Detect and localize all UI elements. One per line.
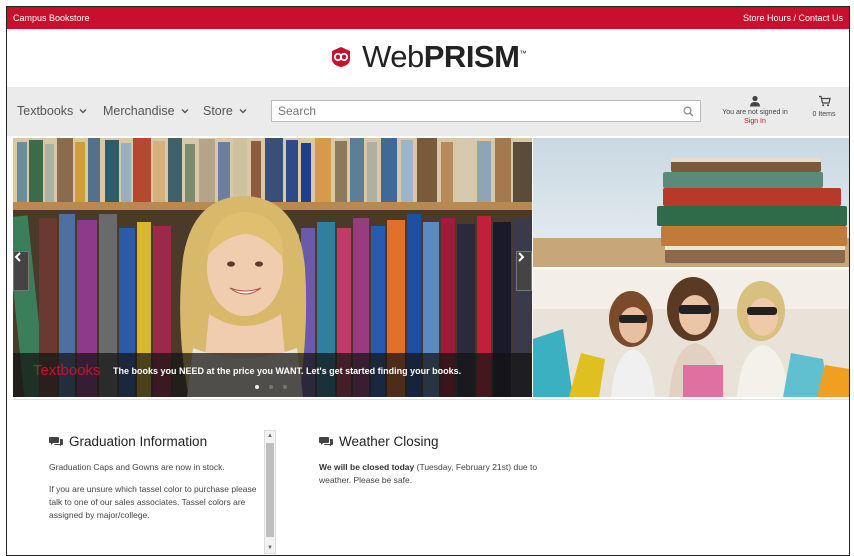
trademark-symbol: ™ [519, 50, 526, 58]
logo-prism-text: PRISM [423, 39, 520, 74]
logo-web-text: Web [362, 39, 424, 74]
cart-count: 0 Items [812, 111, 836, 118]
sign-in-status: You are not signed in [722, 109, 788, 116]
search-input[interactable] [272, 101, 672, 121]
promo-books-image[interactable] [533, 138, 849, 267]
chevron-down-icon [79, 109, 87, 114]
nav-store[interactable]: Store [203, 104, 247, 118]
weather-closing-paragraph: We will be closed today (Tuesday, Februa… [319, 461, 559, 487]
nav-textbooks[interactable]: Textbooks [17, 104, 87, 118]
carousel-dot[interactable] [269, 385, 273, 389]
chevron-right-icon [518, 252, 525, 262]
search-icon[interactable] [683, 106, 694, 117]
campus-bookstore-link[interactable]: Campus Bookstore [13, 13, 90, 23]
site-logo[interactable]: WebPRISM™ [7, 37, 849, 77]
main-navbar: Textbooks Merchandise Store You are not … [7, 87, 849, 136]
chevron-down-icon [181, 109, 189, 114]
stacked-books-image [533, 138, 849, 267]
graduation-info-paragraph-1: Graduation Caps and Gowns are now in sto… [49, 462, 225, 472]
carousel-prev-button[interactable] [13, 251, 29, 291]
carousel-dot[interactable] [283, 385, 287, 389]
caption-text: The books you NEED at the price you WANT… [113, 366, 462, 376]
shoppers-image [533, 269, 849, 397]
weather-closing-bold: We will be closed today [319, 462, 415, 472]
store-hours-contact-link[interactable]: Store Hours / Contact Us [743, 13, 843, 23]
graduation-info-card: Graduation Information Graduation Caps a… [49, 434, 267, 531]
scroll-down-arrow[interactable]: ▼ [265, 543, 275, 553]
cart-icon [818, 95, 831, 107]
account-widget[interactable]: You are not signed in Sign In [712, 95, 798, 125]
sign-in-link[interactable]: Sign In [712, 118, 798, 125]
graduation-info-title: Graduation Information [69, 434, 208, 449]
weather-closing-card: Weather Closing We will be closed today … [319, 434, 559, 496]
announcements-panel: Graduation Information Graduation Caps a… [13, 399, 849, 555]
top-bar: Campus Bookstore Store Hours / Contact U… [7, 7, 849, 29]
graduation-info-heading: Graduation Information [49, 434, 267, 449]
prism-logo-icon [332, 47, 351, 67]
carousel-indicators [255, 385, 287, 389]
weather-closing-title: Weather Closing [339, 434, 439, 449]
caption-title[interactable]: Textbooks [33, 362, 101, 379]
nav-store-label: Store [203, 104, 233, 118]
comments-icon [319, 437, 333, 447]
user-icon [750, 95, 760, 107]
scroll-thumb[interactable] [266, 443, 274, 537]
nav-textbooks-label: Textbooks [17, 104, 74, 118]
carousel-caption: Textbooks The books you NEED at the pric… [13, 353, 532, 397]
promo-shopping-image[interactable] [533, 269, 849, 397]
chevron-down-icon [239, 109, 247, 114]
graduation-info-paragraph-2: If you are unsure which tassel color to … [49, 484, 257, 520]
announcement-scrollbar[interactable]: ▲ ▼ [264, 430, 276, 554]
hero-carousel[interactable]: Textbooks The books you NEED at the pric… [13, 138, 532, 397]
cart-widget[interactable]: 0 Items [804, 95, 844, 118]
bookshelf-top [13, 138, 532, 206]
scroll-up-arrow[interactable]: ▲ [265, 431, 275, 441]
logo-wordmark: WebPRISM™ [362, 39, 526, 75]
page-frame: Campus Bookstore Store Hours / Contact U… [6, 6, 850, 556]
carousel-next-button[interactable] [516, 251, 532, 291]
carousel-dot[interactable] [255, 385, 259, 389]
chevron-left-icon [14, 252, 21, 262]
nav-merchandise-label: Merchandise [103, 104, 175, 118]
search-box [271, 100, 701, 122]
nav-merchandise[interactable]: Merchandise [103, 104, 189, 118]
comments-icon [49, 437, 63, 447]
weather-closing-heading: Weather Closing [319, 434, 559, 449]
